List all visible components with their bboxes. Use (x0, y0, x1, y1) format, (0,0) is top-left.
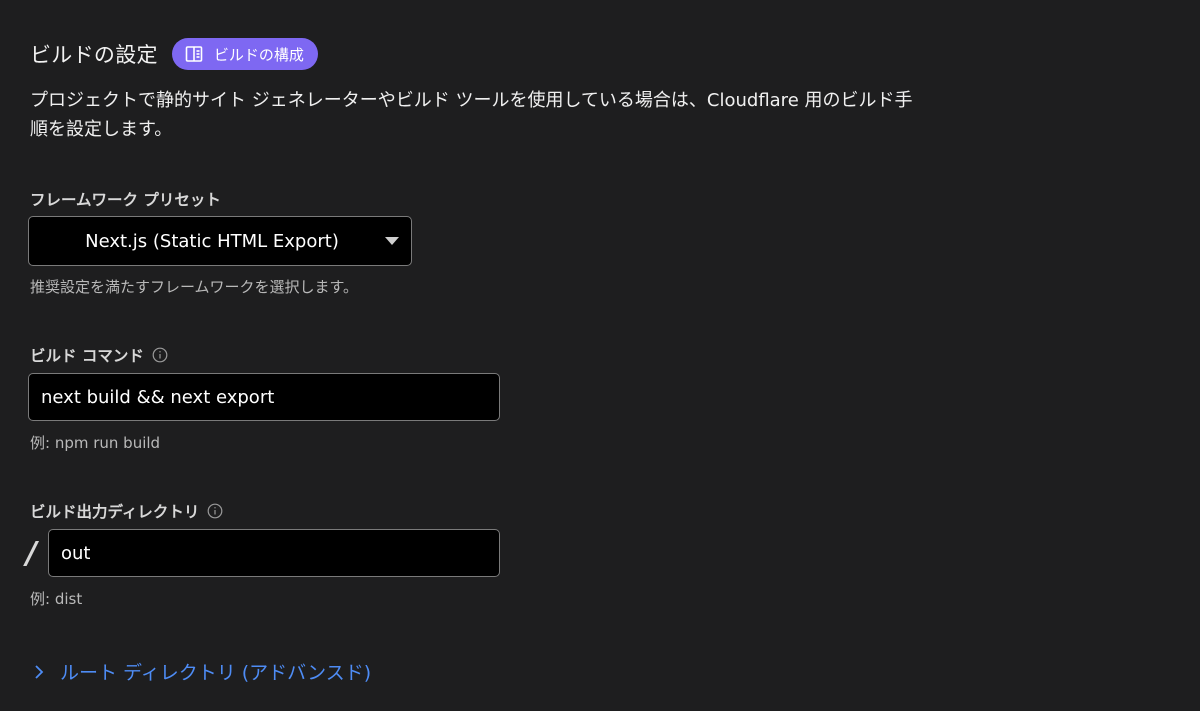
output-directory-label: ビルド出力ディレクトリ (30, 500, 223, 522)
build-command-label-text: ビルド コマンド (30, 347, 144, 365)
build-command-input[interactable] (28, 373, 500, 421)
framework-preset-hint: 推奨設定を満たすフレームワークを選択します。 (30, 278, 359, 296)
framework-preset-value: Next.js (Static HTML Export) (85, 230, 339, 252)
build-config-doc-link[interactable]: ビルドの構成 (171, 38, 318, 70)
info-icon[interactable] (207, 503, 223, 519)
output-directory-input[interactable] (48, 529, 500, 577)
build-settings-page: ビルドの設定 ビルドの構成 プロジェクトで静的サイト ジェネレーターやビルド ツ… (0, 0, 1200, 711)
output-directory-prefix: / (26, 536, 37, 571)
root-directory-advanced-toggle[interactable]: ルート ディレクトリ (アドバンスド) (30, 658, 371, 685)
framework-preset-select[interactable]: Next.js (Static HTML Export) (28, 216, 412, 266)
output-directory-label-text: ビルド出力ディレクトリ (30, 503, 200, 521)
section-description: プロジェクトで静的サイト ジェネレーターやビルド ツールを使用している場合は、C… (30, 90, 913, 140)
root-directory-advanced-label: ルート ディレクトリ (アドバンスド) (60, 662, 372, 684)
build-command-hint: 例: npm run build (30, 434, 161, 452)
build-config-doc-link-label: ビルドの構成 (213, 45, 304, 64)
section-title: ビルドの設定 (30, 43, 158, 67)
chevron-right-icon (30, 663, 48, 681)
framework-preset-label-text: フレームワーク プリセット (30, 191, 221, 209)
book-icon (184, 44, 204, 64)
output-directory-hint: 例: dist (30, 590, 83, 608)
header: ビルドの設定 ビルドの構成 (30, 38, 318, 70)
build-command-label: ビルド コマンド (30, 344, 168, 366)
caret-down-icon (385, 237, 399, 245)
info-icon[interactable] (152, 347, 168, 363)
framework-preset-label: フレームワーク プリセット (30, 188, 221, 210)
